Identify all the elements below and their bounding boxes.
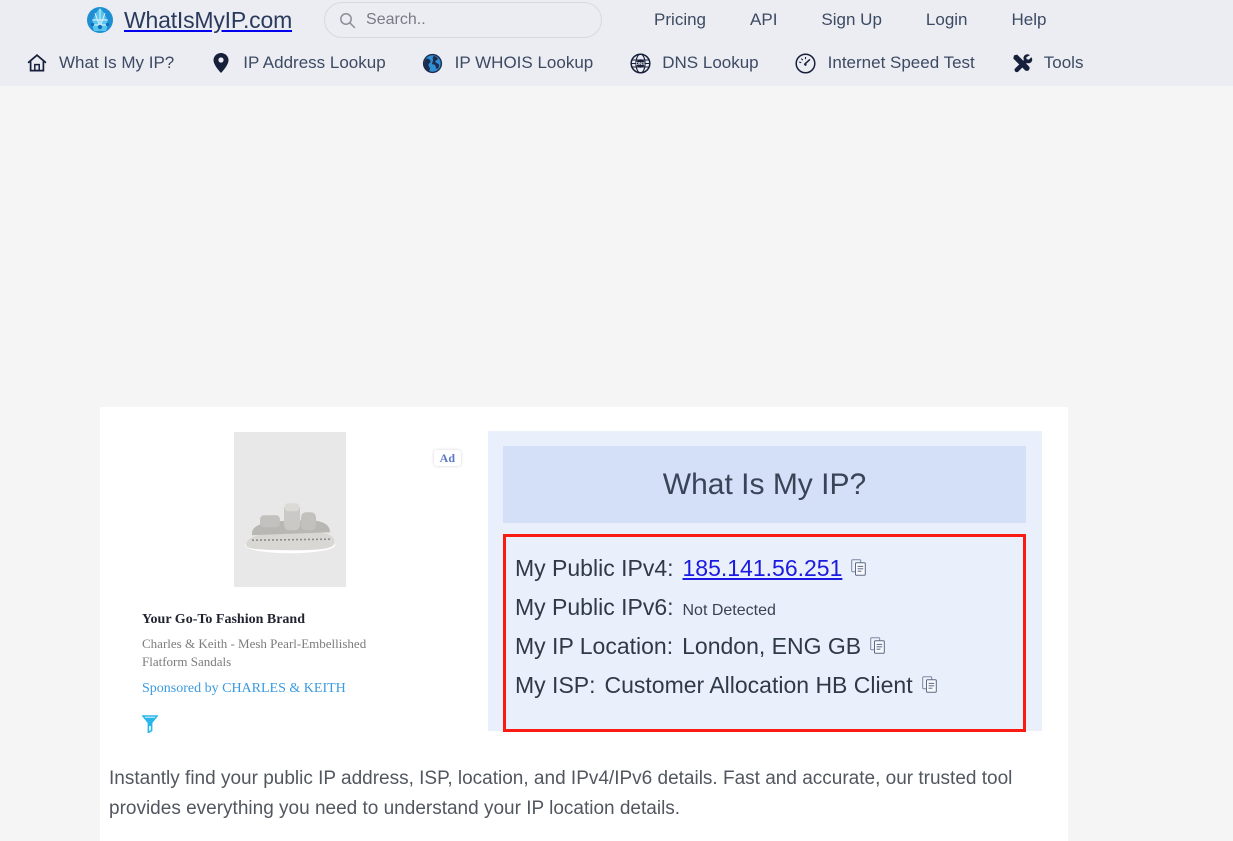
dns-globe-icon: DNS xyxy=(629,52,651,74)
fact-value-location: London, ENG GB xyxy=(682,633,862,659)
globe-logo-icon-svg xyxy=(87,7,113,33)
fact-value-ipv4[interactable]: 185.141.56.251 xyxy=(683,555,843,582)
search-icon-svg xyxy=(340,12,356,28)
nav-item-label: Internet Speed Test xyxy=(827,53,975,72)
map-pin-icon-svg xyxy=(213,53,229,73)
advertisement-panel[interactable]: Ad Your Go-To Fashion Brand Charles & Ke… xyxy=(100,420,488,738)
ad-sponsor-link[interactable]: Sponsored by CHARLES & KEITH xyxy=(142,681,346,697)
nav-item-ip-address-lookup[interactable]: IP Address Lookup xyxy=(192,52,403,74)
copy-to-clipboard-icon-svg xyxy=(870,637,885,654)
nav-item-label: Tools xyxy=(1043,53,1084,72)
fact-row-ipv4: My Public IPv4: 185.141.56.251 xyxy=(515,555,1023,592)
speedometer-icon-svg xyxy=(795,52,816,74)
globe-blue-icon-svg xyxy=(423,53,443,73)
fact-label-location: My IP Location: xyxy=(515,633,674,659)
nav-item-internet-speed-test[interactable]: Internet Speed Test xyxy=(777,52,993,74)
brand-name: WhatIsMyIP.com xyxy=(124,6,293,33)
top-link-help[interactable]: Help xyxy=(990,10,1069,30)
ad-badge[interactable]: Ad xyxy=(433,450,461,466)
copy-to-clipboard-icon[interactable] xyxy=(851,559,867,576)
ip-facts-box: My Public IPv4: 185.141.56.251 My Public… xyxy=(503,534,1026,732)
search-icon xyxy=(339,12,356,29)
copy-to-clipboard-icon[interactable] xyxy=(921,676,937,693)
adchoices-icon-svg xyxy=(141,715,159,734)
ad-description: Charles & Keith - Mesh Pearl-Embellished… xyxy=(142,636,367,669)
sandal-product-illustration xyxy=(245,502,335,553)
nav-item-tools[interactable]: Tools xyxy=(993,52,1102,74)
fact-label-ipv4: My Public IPv4: xyxy=(515,555,674,581)
globe-blue-icon xyxy=(422,52,444,74)
fact-label-isp: My ISP: xyxy=(515,672,596,698)
main-content-card: Ad Your Go-To Fashion Brand Charles & Ke… xyxy=(100,407,1068,841)
copy-to-clipboard-icon-svg xyxy=(851,559,867,576)
ad-title: Your Go-To Fashion Brand xyxy=(142,612,305,627)
hero-row: Ad Your Go-To Fashion Brand Charles & Ke… xyxy=(100,407,1068,738)
top-link-sign-up[interactable]: Sign Up xyxy=(799,10,903,30)
ad-product-image[interactable] xyxy=(234,432,346,587)
search-box[interactable] xyxy=(324,2,603,38)
adchoices-icon[interactable] xyxy=(141,715,488,738)
fact-value-ipv6: Not Detected xyxy=(682,602,776,619)
top-link-api[interactable]: API xyxy=(728,10,799,30)
nav-item-label: What Is My IP? xyxy=(59,53,175,72)
dns-globe-icon-svg: DNS xyxy=(630,52,651,74)
ip-panel-hero: What Is My IP? xyxy=(503,446,1026,523)
fact-value-isp: Customer Allocation HB Client xyxy=(604,672,913,698)
top-link-login[interactable]: Login xyxy=(904,10,990,30)
map-pin-icon xyxy=(210,52,232,74)
home-icon-svg xyxy=(27,54,47,72)
nav-item-ip-whois-lookup[interactable]: IP WHOIS Lookup xyxy=(404,52,612,74)
brand-logo-link[interactable]: WhatIsMyIP.com xyxy=(86,6,292,34)
top-link-pricing[interactable]: Pricing xyxy=(632,10,728,30)
nav-item-what-is-my-ip[interactable]: What Is My IP? xyxy=(8,52,192,74)
ip-info-panel: What Is My IP? My Public IPv4: 185.141.5… xyxy=(488,431,1042,732)
globe-logo-icon xyxy=(86,6,114,34)
tools-icon xyxy=(1011,52,1033,74)
nav-item-label: IP Address Lookup xyxy=(243,53,386,72)
nav-item-dns-lookup[interactable]: DNS DNS Lookup xyxy=(611,52,776,74)
fact-label-ipv6: My Public IPv6: xyxy=(515,594,674,620)
page-title: What Is My IP? xyxy=(662,467,867,501)
fact-row-ipv6: My Public IPv6: Not Detected xyxy=(515,594,1023,631)
search-input[interactable] xyxy=(366,11,588,29)
site-header: WhatIsMyIP.com Pricing API Sign Up Login… xyxy=(0,0,1233,86)
fact-row-isp: My ISP: Customer Allocation HB Client xyxy=(515,672,1023,709)
fact-row-location: My IP Location: London, ENG GB xyxy=(515,633,1023,670)
svg-text:DNS: DNS xyxy=(636,61,645,66)
nav-item-label: DNS Lookup xyxy=(662,53,759,72)
home-icon xyxy=(26,52,48,74)
top-bar: WhatIsMyIP.com Pricing API Sign Up Login… xyxy=(0,0,1233,40)
speedometer-icon xyxy=(795,52,817,74)
main-nav: What Is My IP? IP Address Lookup IP WHOI… xyxy=(0,40,1233,86)
page-description: Instantly find your public IP address, I… xyxy=(109,768,1013,820)
tools-icon-svg xyxy=(1013,54,1032,73)
nav-item-label: IP WHOIS Lookup xyxy=(454,53,594,72)
top-links-nav: Pricing API Sign Up Login Help xyxy=(632,10,1068,30)
copy-to-clipboard-icon-svg xyxy=(921,676,937,693)
copy-to-clipboard-icon[interactable] xyxy=(870,637,885,654)
